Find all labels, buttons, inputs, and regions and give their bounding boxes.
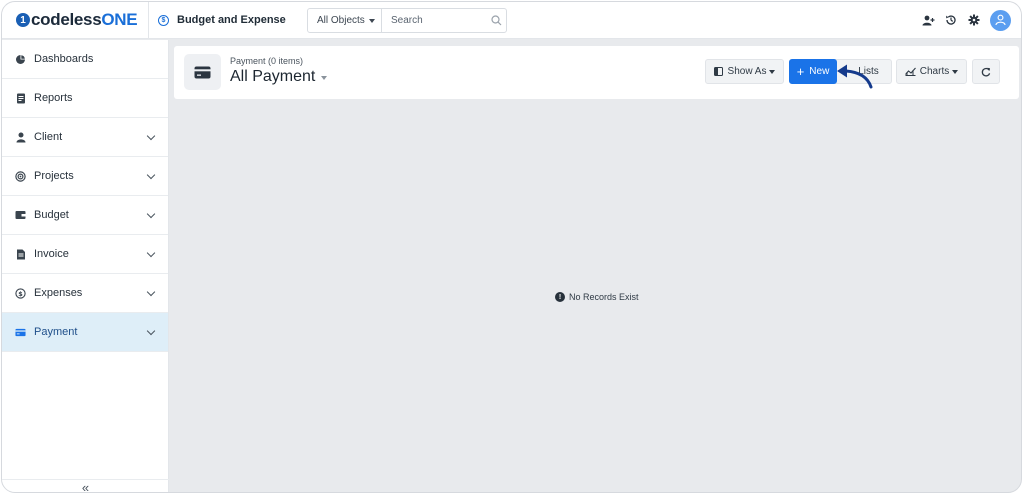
double-chevron-left-icon: « <box>81 480 90 493</box>
divider <box>148 2 149 39</box>
layout-icon <box>713 67 723 76</box>
sidebar: Dashboards Reports Client Projects Budge… <box>2 40 169 493</box>
page-title: All Payment <box>230 68 316 85</box>
invoice-icon <box>15 249 26 260</box>
chevron-down-icon[interactable] <box>146 287 156 297</box>
info-icon: ! <box>555 292 565 302</box>
object-item-count: Payment (0 items) <box>230 56 304 66</box>
sidebar-item-payment[interactable]: Payment <box>2 313 168 352</box>
search-icon[interactable] <box>486 9 506 32</box>
avatar[interactable] <box>990 9 1011 31</box>
sidebar-item-budget[interactable]: Budget <box>2 196 168 235</box>
caret-down-icon <box>368 18 375 23</box>
app-window: 1 codeless ONE $ Budget and Expense All … <box>1 1 1022 493</box>
sidebar-item-label: Payment <box>34 326 78 338</box>
app-name[interactable]: Budget and Expense <box>177 14 286 26</box>
caret-down-icon <box>769 69 776 74</box>
person-icon <box>15 132 26 143</box>
caret-down-icon <box>321 76 328 80</box>
sidebar-item-label: Reports <box>34 92 73 104</box>
credit-card-icon <box>15 327 26 338</box>
sidebar-item-label: Expenses <box>34 287 83 299</box>
search-scope-label: All Objects <box>317 15 365 26</box>
logo-text-part2: ONE <box>101 10 138 29</box>
history-icon[interactable] <box>940 9 962 31</box>
top-bar: 1 codeless ONE $ Budget and Expense All … <box>2 2 1021 39</box>
list-view-selector[interactable]: All Payment <box>230 68 328 86</box>
logo-text-part1: codeless <box>31 10 102 29</box>
credit-card-icon <box>184 54 221 90</box>
search-scope-dropdown[interactable]: All Objects <box>308 9 382 32</box>
show-as-label: Show As <box>727 66 767 77</box>
refresh-button[interactable] <box>972 59 1000 84</box>
sidebar-item-label: Dashboards <box>34 53 94 65</box>
sidebar-item-expenses[interactable]: $ Expenses <box>2 274 168 313</box>
chevron-down-icon[interactable] <box>146 131 156 141</box>
sidebar-item-label: Projects <box>34 170 74 182</box>
logo-mark: 1 <box>16 13 30 27</box>
sidebar-item-dashboards[interactable]: Dashboards <box>2 40 168 79</box>
logo[interactable]: 1 codeless ONE <box>16 10 138 30</box>
empty-state: ! No Records Exist <box>555 292 639 302</box>
target-icon <box>15 170 26 182</box>
new-button[interactable]: + New <box>789 59 837 84</box>
sidebar-item-label: Budget <box>34 209 69 221</box>
chevron-down-icon[interactable] <box>146 209 156 219</box>
pie-chart-icon <box>15 54 26 65</box>
sidebar-item-invoice[interactable]: Invoice <box>2 235 168 274</box>
caret-down-icon <box>952 69 959 74</box>
sidebar-item-client[interactable]: Client <box>2 118 168 157</box>
sidebar-item-reports[interactable]: Reports <box>2 79 168 118</box>
sidebar-item-label: Client <box>34 131 63 143</box>
charts-label: Charts <box>919 66 950 77</box>
gear-icon[interactable] <box>963 9 985 31</box>
refresh-icon <box>981 67 991 77</box>
top-actions <box>916 9 1011 31</box>
global-search: All Objects <box>307 8 507 33</box>
report-icon <box>15 93 26 104</box>
list-header: Payment (0 items) All Payment Show As Li… <box>174 46 1019 99</box>
charts-button[interactable]: Charts <box>896 59 967 84</box>
wallet-icon <box>15 210 26 221</box>
chevron-down-icon[interactable] <box>146 248 156 258</box>
show-as-button[interactable]: Show As <box>705 59 784 84</box>
add-user-icon[interactable] <box>917 9 939 31</box>
search-input[interactable] <box>382 9 486 32</box>
new-label: New <box>809 66 830 77</box>
chevron-down-icon[interactable] <box>146 170 156 180</box>
sidebar-item-projects[interactable]: Projects <box>2 157 168 196</box>
dollar-circle-icon: $ <box>158 15 169 26</box>
collapse-sidebar-button[interactable]: « <box>2 479 169 493</box>
pointer-arrow-icon <box>837 64 873 89</box>
empty-state-message: No Records Exist <box>569 292 639 302</box>
chevron-down-icon[interactable] <box>146 326 156 336</box>
plus-icon: + <box>796 63 805 79</box>
chart-icon <box>904 67 916 76</box>
sidebar-item-label: Invoice <box>34 248 69 260</box>
dollar-circle-icon: $ <box>15 287 26 299</box>
svg-text:$: $ <box>18 290 23 298</box>
